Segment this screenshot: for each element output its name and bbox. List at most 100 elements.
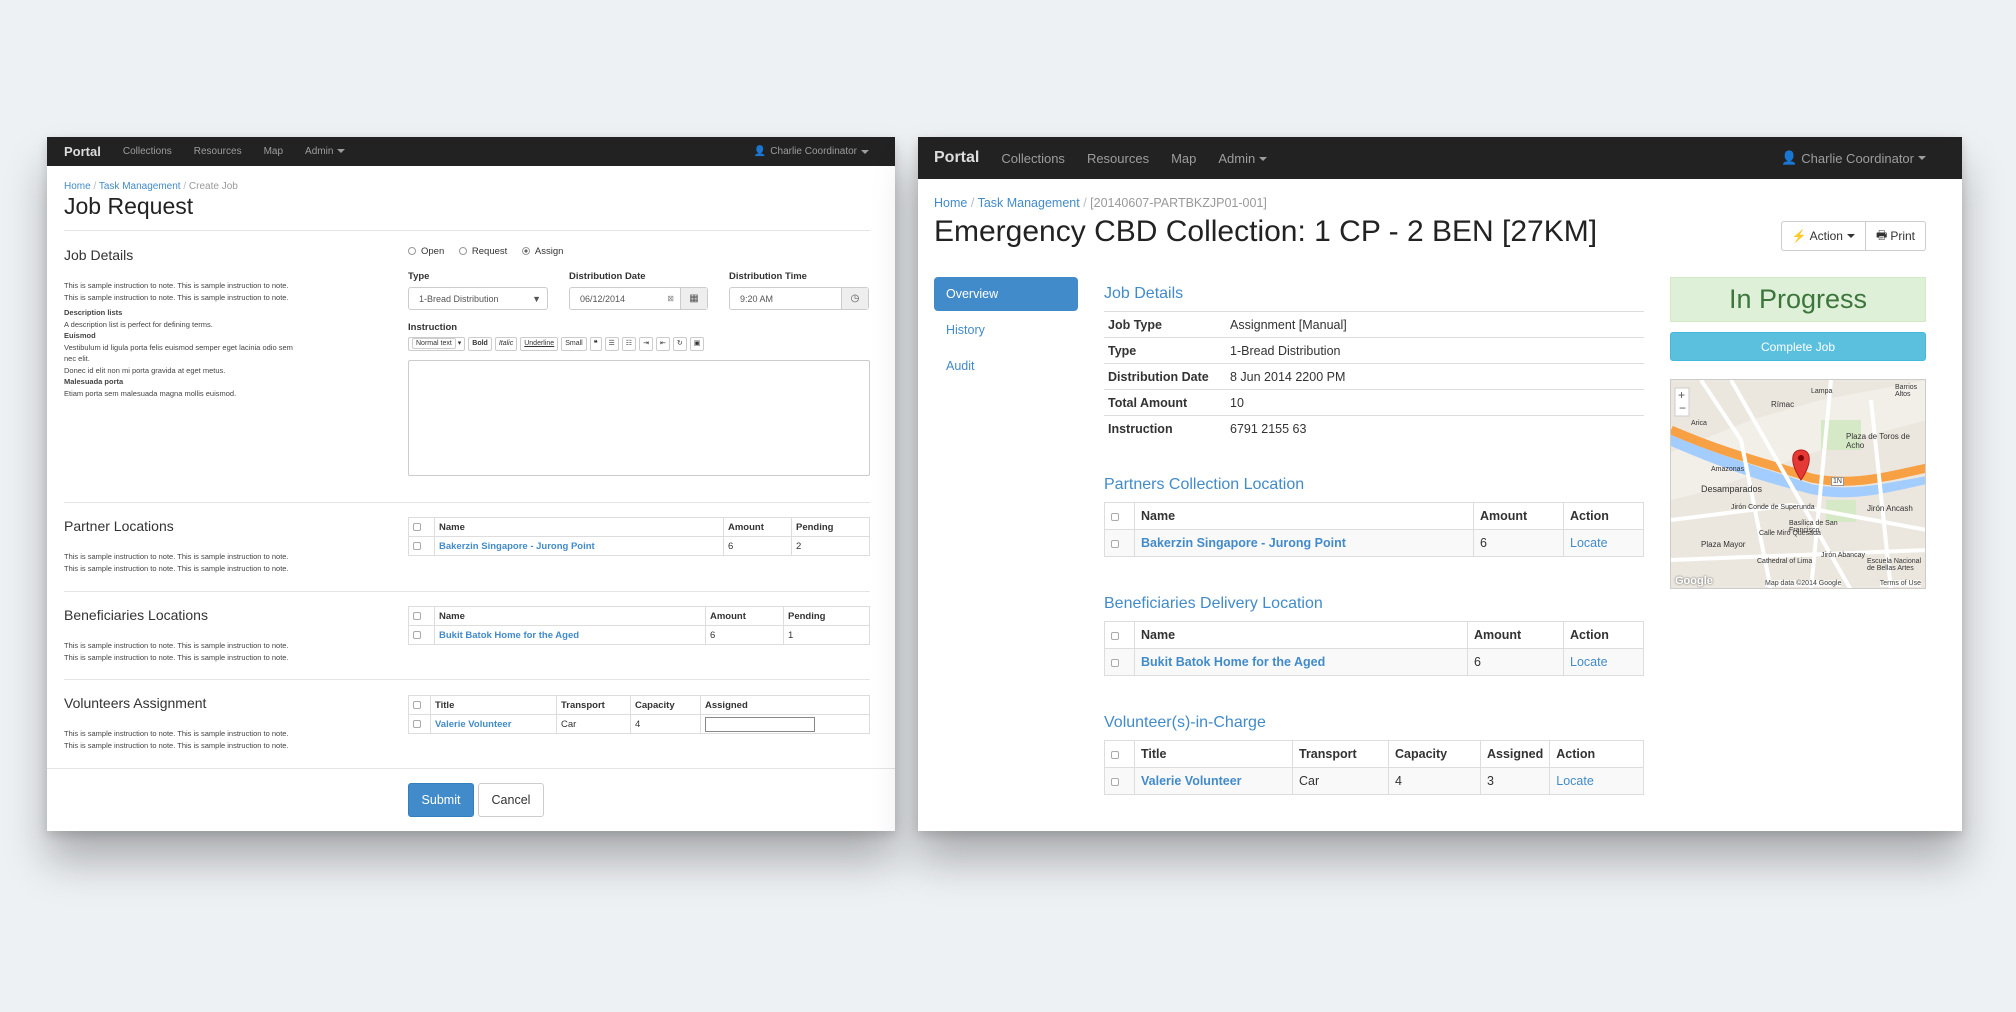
map-label: Lampa xyxy=(1811,388,1833,395)
nav-map[interactable]: Map xyxy=(1171,151,1196,166)
row-checkbox[interactable] xyxy=(413,719,421,728)
locate-link[interactable]: Locate xyxy=(1570,655,1608,669)
bullet-list-icon[interactable]: ☰ xyxy=(604,337,619,351)
clear-icon[interactable]: ⊠ xyxy=(667,294,674,303)
row-checkbox[interactable] xyxy=(413,541,421,550)
radio-assign[interactable]: Assign xyxy=(521,246,563,257)
number-list-icon[interactable]: ☷ xyxy=(621,337,637,351)
distribution-date-input[interactable]: 06/12/2014 ⊠ ▦ xyxy=(569,287,708,310)
tab-audit[interactable]: Audit xyxy=(934,349,1078,383)
indent-icon[interactable]: ⇥ xyxy=(639,337,653,351)
user-menu[interactable]: 👤 Charlie Coordinator xyxy=(754,137,869,166)
outdent-icon[interactable]: ⇤ xyxy=(655,337,670,351)
nav-collections[interactable]: Collections xyxy=(1001,151,1065,166)
map-attribution: Map data ©2014 Google xyxy=(1765,580,1842,587)
table-row: Valerie Volunteer Car 4 xyxy=(408,714,870,734)
select-all-checkbox[interactable] xyxy=(413,611,421,620)
row-checkbox[interactable] xyxy=(1111,777,1119,786)
cancel-button[interactable]: Cancel xyxy=(478,783,544,817)
nav-map[interactable]: Map xyxy=(264,146,283,157)
page-title: Job Request xyxy=(64,193,194,219)
location-map[interactable]: + − Desamparados Plaza de Toros de Acho … xyxy=(1670,379,1926,589)
volunteers-in-charge-heading: Volunteer(s)-in-Charge xyxy=(1104,714,1266,731)
type-select[interactable]: 1-Bread Distribution ▼ xyxy=(408,287,548,310)
submit-button[interactable]: Submit xyxy=(408,783,474,817)
clock-icon[interactable]: ◷ xyxy=(841,288,868,309)
select-all-checkbox[interactable] xyxy=(413,700,421,709)
instruction-editor[interactable] xyxy=(408,360,870,476)
map-label: Calle Miró Quesada xyxy=(1759,530,1821,537)
beneficiary-link[interactable]: Bukit Batok Home for the Aged xyxy=(1141,655,1325,669)
select-all-checkbox[interactable] xyxy=(1111,750,1119,759)
user-icon: 👤 xyxy=(753,146,767,157)
print-button[interactable]: 🖶 Print xyxy=(1865,221,1926,251)
row-checkbox[interactable] xyxy=(1111,539,1119,548)
job-detail-window: Portal Collections Resources Map Admin 👤… xyxy=(918,137,1962,831)
volunteer-link[interactable]: Valerie Volunteer xyxy=(1141,774,1242,788)
tab-overview[interactable]: Overview xyxy=(934,277,1078,311)
printer-icon: 🖶 xyxy=(1875,227,1888,242)
volunteers-table: Title Transport Capacity Assigned Action Val… xyxy=(1104,740,1644,795)
breadcrumb-task-management[interactable]: Task Management xyxy=(978,196,1080,210)
zoom-out-icon[interactable]: − xyxy=(1679,401,1686,415)
map-label: Plaza Mayor xyxy=(1701,540,1746,549)
beneficiaries-delivery-heading: Beneficiaries Delivery Location xyxy=(1104,595,1323,612)
quote-icon[interactable]: ❝ xyxy=(589,337,602,351)
zoom-in-icon[interactable]: + xyxy=(1678,388,1685,402)
map-label: Jirón Conde de Superunda xyxy=(1731,504,1815,511)
nav-resources[interactable]: Resources xyxy=(194,146,242,157)
partner-link[interactable]: Bakerzin Singapore - Jurong Point xyxy=(439,541,595,552)
brand-link[interactable]: Portal xyxy=(934,149,979,167)
navbar: Portal Collections Resources Map Admin 👤… xyxy=(918,137,1962,179)
locate-link[interactable]: Locate xyxy=(1570,536,1608,550)
breadcrumb-task-management[interactable]: Task Management xyxy=(99,181,181,192)
nav-collections[interactable]: Collections xyxy=(123,146,172,157)
image-icon[interactable]: ▣ xyxy=(689,337,705,351)
link-icon[interactable]: ↻ xyxy=(672,337,687,351)
complete-job-button[interactable]: Complete Job xyxy=(1670,332,1926,361)
radio-open[interactable]: Open xyxy=(408,246,444,257)
table-row: Bakerzin Singapore - Jurong Point 6 2 xyxy=(408,536,870,556)
nav-admin[interactable]: Admin xyxy=(1218,151,1268,166)
row-checkbox[interactable] xyxy=(1111,658,1119,667)
small-button[interactable]: Small xyxy=(561,337,587,351)
partner-link[interactable]: Bakerzin Singapore - Jurong Point xyxy=(1141,536,1346,550)
assigned-input[interactable] xyxy=(705,716,815,732)
distribution-time-input[interactable]: 9:20 AM ◷ xyxy=(729,287,869,310)
bold-button[interactable]: Bold xyxy=(468,337,492,351)
select-all-checkbox[interactable] xyxy=(413,522,421,531)
user-menu[interactable]: 👤 Charlie Coordinator xyxy=(1781,137,1926,179)
caret-down-icon xyxy=(1918,156,1926,160)
partners-collection-heading: Partners Collection Location xyxy=(1104,476,1305,493)
breadcrumb-home[interactable]: Home xyxy=(64,181,91,192)
breadcrumb-home[interactable]: Home xyxy=(934,196,967,210)
brand-link[interactable]: Portal xyxy=(64,144,101,159)
calendar-icon[interactable]: ▦ xyxy=(680,288,707,309)
tab-history[interactable]: History xyxy=(934,313,1078,347)
beneficiary-link[interactable]: Bukit Batok Home for the Aged xyxy=(439,630,579,641)
breadcrumb-current: Create Job xyxy=(188,181,238,192)
nav-resources[interactable]: Resources xyxy=(1087,151,1149,166)
underline-button[interactable]: Underline xyxy=(520,337,559,351)
table-row: Bakerzin Singapore - Jurong Point 6 Locate xyxy=(1104,529,1644,557)
row-checkbox[interactable] xyxy=(413,630,421,639)
caret-down-icon xyxy=(861,149,869,154)
status-badge: In Progress xyxy=(1670,277,1926,322)
nav-admin[interactable]: Admin xyxy=(305,146,346,157)
partner-notes: This is sample instruction to note. This… xyxy=(64,552,289,573)
italic-button[interactable]: Italic xyxy=(494,337,518,351)
terms-link[interactable]: Terms of Use xyxy=(1879,580,1921,587)
partner-table: Name Amount Pending Bakerzin Singapore - J… xyxy=(408,517,870,556)
normal-text-dropdown[interactable]: Normal text ▾ xyxy=(408,337,466,351)
volunteer-link[interactable]: Valerie Volunteer xyxy=(435,719,511,730)
radio-request[interactable]: Request xyxy=(458,246,507,257)
action-button[interactable]: ⚡ Action xyxy=(1780,221,1866,251)
nav-admin-label: Admin xyxy=(305,146,334,157)
map-label: Barrios Altos xyxy=(1895,384,1918,398)
job-details-table: Job Type Assignment [Manual] Type 1-Bread … xyxy=(1104,311,1644,442)
select-all-checkbox[interactable] xyxy=(1111,512,1119,521)
distribution-date-value: 06/12/2014 xyxy=(580,293,626,304)
user-icon: 👤 xyxy=(1781,150,1798,165)
locate-link[interactable]: Locate xyxy=(1556,774,1594,788)
select-all-checkbox[interactable] xyxy=(1111,631,1119,640)
